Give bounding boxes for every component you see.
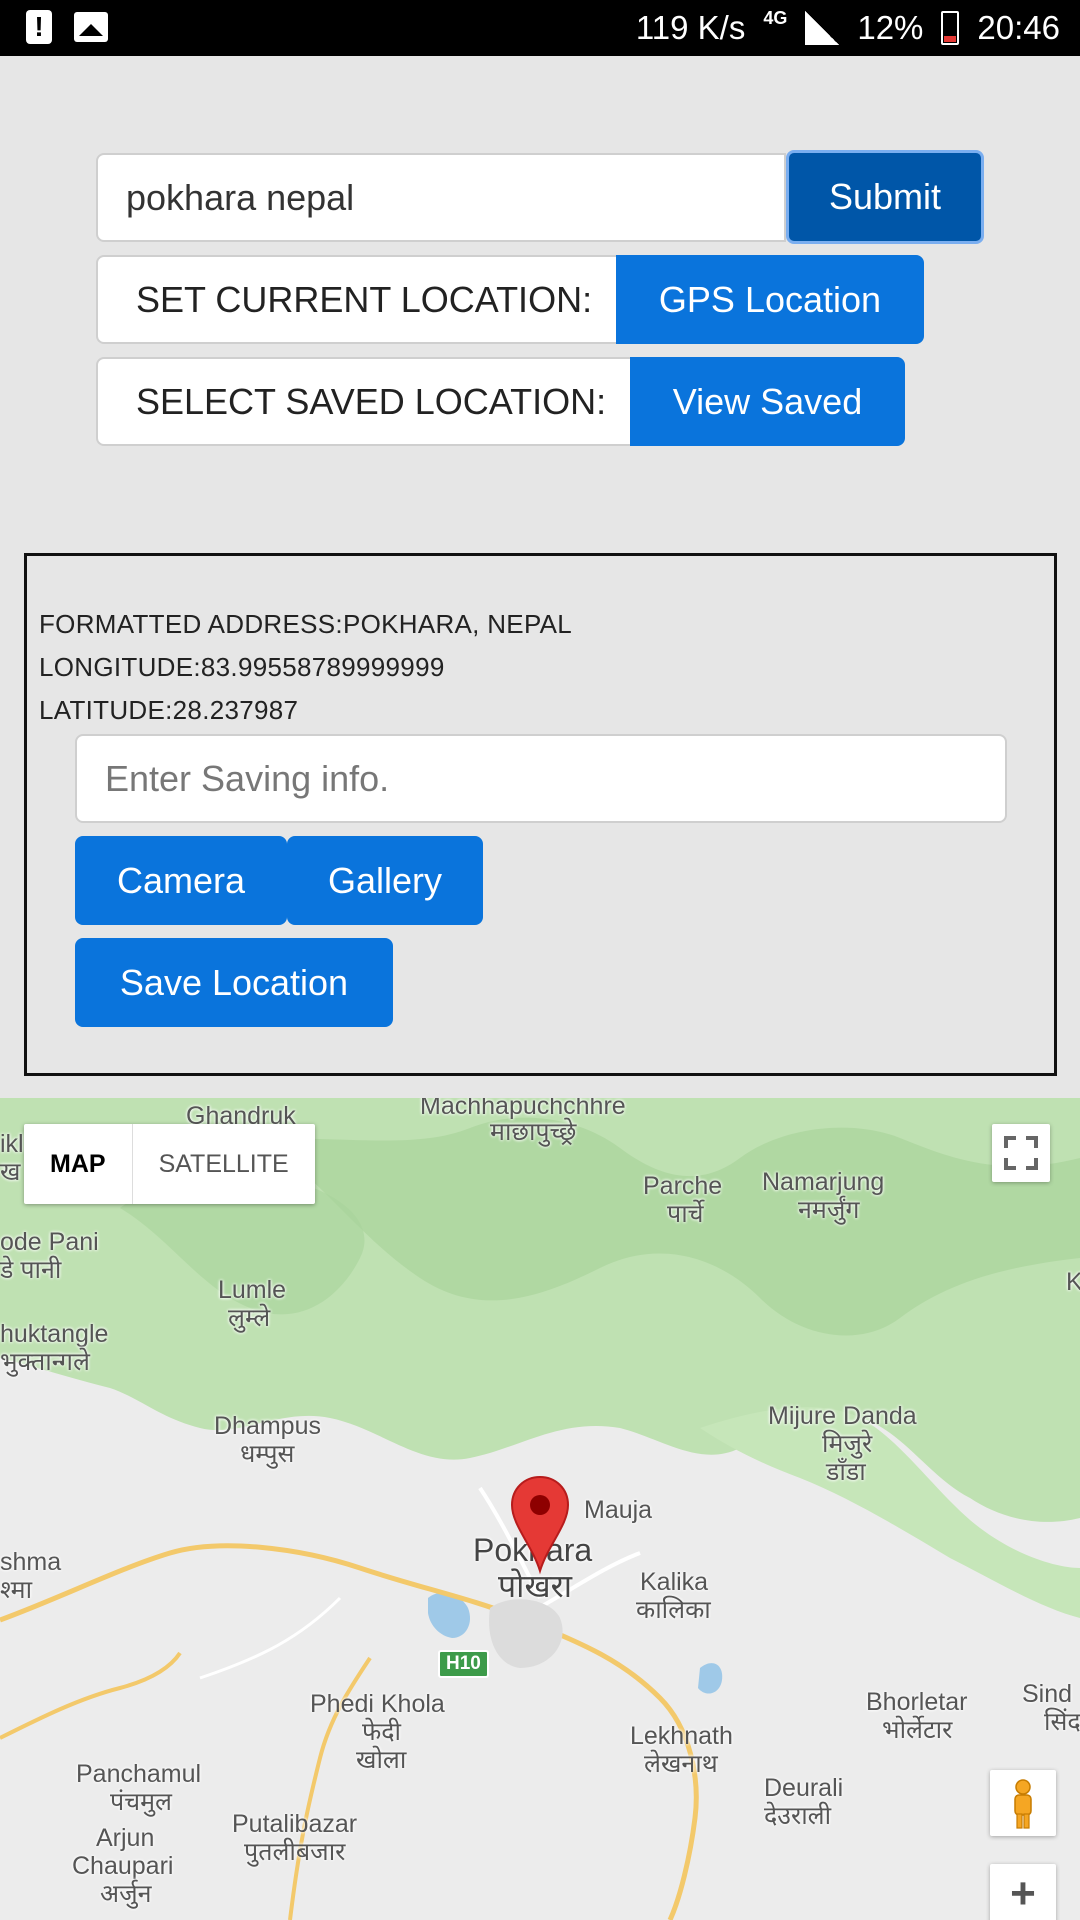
place-label-arjun-chaupari2: Chaupari (72, 1852, 174, 1880)
network-type: 4G (763, 7, 788, 28)
map-type-control: MAP SATELLITE (24, 1124, 315, 1204)
place-label-parche: Parche (643, 1172, 723, 1200)
current-location-label: SET CURRENT LOCATION: (96, 255, 616, 344)
place-label-shma: shma (0, 1548, 62, 1576)
place-label-arjun-chaupari-np: अर्जुन (100, 1880, 152, 1908)
place-label-kalika-np: कालिका (636, 1596, 711, 1624)
place-label-mauja: Mauja (584, 1496, 653, 1524)
clock: 20:46 (977, 9, 1060, 46)
place-label-phedi-khola-np2: खोला (356, 1746, 407, 1774)
view-saved-button[interactable]: View Saved (630, 357, 905, 446)
image-icon (74, 12, 108, 42)
saved-location-label: SELECT SAVED LOCATION: (96, 357, 630, 446)
place-label-panchamul: Panchamul (76, 1760, 202, 1788)
map-view[interactable]: Ghandruk Machhapuchchhre माछापुच्छ्रे Pa… (0, 1098, 1080, 1920)
latitude-text: LATITUDE:28.237987 (39, 695, 299, 725)
place-label-machhapuchchhre: Machhapuchchhre (420, 1098, 626, 1120)
map-type-map-button[interactable]: MAP (24, 1124, 133, 1204)
camera-button[interactable]: Camera (75, 836, 287, 925)
place-label-bhorletar: Bhorletar (866, 1688, 968, 1716)
net-speed: 119 K/s (635, 9, 746, 46)
place-label-bhuktangle: huktangle (0, 1320, 109, 1348)
place-label-lekhnath: Lekhnath (630, 1722, 733, 1750)
save-location-button[interactable]: Save Location (75, 938, 393, 1027)
status-bar: 119 K/s 4G 12% 20:46 (0, 0, 1080, 56)
place-label-sindh-np: सिंद (1044, 1708, 1080, 1736)
place-label-dhampus: Dhampus (214, 1412, 321, 1440)
saving-info-input[interactable]: Enter Saving info. (75, 734, 1007, 823)
place-label-dode-pani-np: डे पानी (0, 1256, 62, 1284)
saved-location-row: SELECT SAVED LOCATION: View Saved (96, 357, 905, 446)
map-pin-icon[interactable] (510, 1475, 570, 1575)
place-label-phedi-khola: Phedi Khola (310, 1690, 445, 1718)
gps-location-button[interactable]: GPS Location (616, 255, 924, 344)
place-label-namarjung: Namarjung (762, 1168, 885, 1196)
zoom-in-button[interactable]: + (990, 1864, 1056, 1920)
place-label-lumle-np: लुम्ले (228, 1304, 271, 1332)
pegman-icon (1014, 1779, 1032, 1829)
place-label-putalibazar-np: पुतलीबजार (244, 1838, 346, 1866)
place-label-mijure-danda-np2: डाँडा (826, 1458, 866, 1486)
fullscreen-button[interactable] (992, 1124, 1050, 1182)
place-label-dhampus-np: धम्पुस (240, 1440, 295, 1468)
place-label-mijure-danda-np1: मिजुरे (822, 1430, 873, 1458)
place-label-lekhnath-np: लेखनाथ (644, 1750, 718, 1778)
street-view-button[interactable] (990, 1770, 1056, 1836)
signal-icon (805, 11, 840, 45)
place-label-bhuktangle-np: भुक्तान्गले (0, 1348, 90, 1376)
place-label-ikh-np: ख (0, 1158, 21, 1186)
place-label-deurali: Deurali (764, 1774, 844, 1802)
place-label-deurali-np: देउराली (764, 1802, 832, 1830)
map-type-satellite-button[interactable]: SATELLITE (133, 1124, 315, 1204)
place-label-shma-np: श्मा (0, 1576, 33, 1604)
place-label-dode-pani: ode Pani (0, 1228, 99, 1256)
place-label-putalibazar: Putalibazar (232, 1810, 358, 1838)
place-label-namarjung-np: नमर्जुंग (798, 1196, 860, 1224)
gallery-button[interactable]: Gallery (287, 836, 483, 925)
place-label-lumle: Lumle (218, 1276, 287, 1304)
search-input[interactable]: pokhara nepal (96, 153, 786, 242)
place-label-ikh: ikl (0, 1130, 24, 1158)
place-label-sindh: Sind (1022, 1680, 1073, 1708)
place-label-mijure-danda: Mijure Danda (768, 1402, 917, 1430)
alert-icon (26, 10, 52, 44)
place-label-kalika: Kalika (640, 1568, 709, 1596)
place-label-arjun-chaupari: Arjun (96, 1824, 155, 1852)
route-badge-h10: H10 (438, 1650, 489, 1678)
search-row: pokhara nepal Submit (96, 150, 984, 244)
location-info-panel: FORMATTED ADDRESS:POKHARA, NEPAL LONGITU… (24, 553, 1057, 1076)
longitude-text: LONGITUDE:83.99558789999999 (39, 652, 445, 682)
place-label-k-edge: K (1066, 1268, 1080, 1296)
place-label-panchamul-np: पंचमुल (110, 1788, 172, 1816)
current-location-row: SET CURRENT LOCATION: GPS Location (96, 255, 924, 344)
battery-icon (941, 11, 960, 45)
place-label-bhorletar-np: भोर्लेटार (882, 1716, 953, 1744)
place-label-machhapuchchhre-np: माछापुच्छ्रे (490, 1118, 577, 1146)
battery-percent: 12% (857, 9, 924, 46)
place-label-parche-np: पार्चे (667, 1200, 704, 1228)
place-label-phedi-khola-np1: फेदी (362, 1718, 402, 1746)
submit-button[interactable]: Submit (786, 150, 984, 244)
formatted-address: FORMATTED ADDRESS:POKHARA, NEPAL (39, 609, 573, 639)
